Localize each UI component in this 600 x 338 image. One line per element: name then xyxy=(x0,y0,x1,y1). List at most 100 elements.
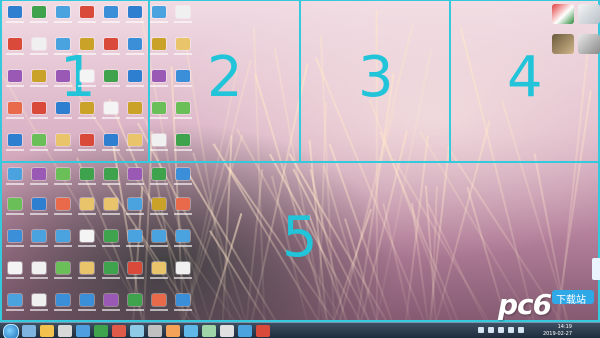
desktop-shortcut-icon[interactable] xyxy=(176,102,190,114)
desktop-shortcut-icon[interactable] xyxy=(8,134,22,146)
desktop-shortcut-icon[interactable] xyxy=(56,262,70,274)
desktop-shortcut-icon[interactable] xyxy=(104,262,118,274)
desktop-shortcut-icon[interactable] xyxy=(8,38,22,50)
desktop-shortcut-icon[interactable] xyxy=(80,198,94,210)
desktop-shortcut-icon[interactable] xyxy=(80,38,94,50)
desktop-shortcut-icon[interactable] xyxy=(32,294,46,306)
desktop-shortcut-icon[interactable] xyxy=(152,198,166,210)
desktop-shortcut-icon[interactable] xyxy=(104,294,118,306)
tray-icon[interactable] xyxy=(478,327,484,333)
taskbar-app-button[interactable] xyxy=(76,325,90,337)
desktop-shortcut-icon[interactable] xyxy=(56,198,70,210)
desktop-shortcut-icon[interactable] xyxy=(128,168,142,180)
tray-icon[interactable] xyxy=(518,327,524,333)
desktop-shortcut-icon[interactable] xyxy=(128,6,142,18)
desktop-shortcut-icon[interactable] xyxy=(128,230,142,242)
desktop-shortcut-icon[interactable] xyxy=(104,230,118,242)
desktop-shortcut-icon[interactable] xyxy=(32,230,46,242)
desktop-shortcut-icon[interactable] xyxy=(56,102,70,114)
desktop-shortcut-icon[interactable] xyxy=(56,70,70,82)
desktop-shortcut-icon[interactable] xyxy=(8,6,22,18)
desktop-shortcut-icon[interactable] xyxy=(32,6,46,18)
side-handle[interactable] xyxy=(592,258,600,280)
desktop-shortcut-icon[interactable] xyxy=(152,262,166,274)
tray-icon[interactable] xyxy=(508,327,514,333)
desktop-shortcut-icon[interactable] xyxy=(32,38,46,50)
taskbar-app-button[interactable] xyxy=(112,325,126,337)
desktop-shortcut-icon[interactable] xyxy=(56,38,70,50)
desktop-shortcut-icon[interactable] xyxy=(176,70,190,82)
desktop-shortcut-icon[interactable] xyxy=(152,168,166,180)
desktop-shortcut-icon[interactable] xyxy=(152,134,166,146)
desktop-shortcut-icon[interactable] xyxy=(104,168,118,180)
taskbar-app-button[interactable] xyxy=(94,325,108,337)
desktop-shortcut-icon[interactable] xyxy=(176,198,190,210)
taskbar-app-button[interactable] xyxy=(58,325,72,337)
desktop-shortcut-icon[interactable] xyxy=(176,262,190,274)
desktop-shortcut-icon[interactable] xyxy=(176,230,190,242)
taskbar-app-button[interactable] xyxy=(130,325,144,337)
desktop-shortcut-icon[interactable] xyxy=(80,6,94,18)
desktop-shortcut-icon[interactable] xyxy=(128,294,142,306)
tray-icon[interactable] xyxy=(498,327,504,333)
desktop-shortcut-icon[interactable] xyxy=(104,6,118,18)
desktop-shortcut-icon[interactable] xyxy=(8,198,22,210)
desktop-shortcut-icon[interactable] xyxy=(128,102,142,114)
taskbar-app-button[interactable] xyxy=(238,325,252,337)
desktop-shortcut-icon[interactable] xyxy=(104,198,118,210)
desktop-shortcut-icon[interactable] xyxy=(578,34,600,54)
desktop-shortcut-icon[interactable] xyxy=(152,38,166,50)
desktop-shortcut-icon[interactable] xyxy=(8,102,22,114)
start-button[interactable] xyxy=(3,324,19,338)
desktop-shortcut-icon[interactable] xyxy=(32,102,46,114)
desktop-shortcut-icon[interactable] xyxy=(32,70,46,82)
desktop-shortcut-icon[interactable] xyxy=(8,262,22,274)
desktop-shortcut-icon[interactable] xyxy=(128,38,142,50)
taskbar-app-button[interactable] xyxy=(184,325,198,337)
desktop-shortcut-icon[interactable] xyxy=(80,262,94,274)
desktop-shortcut-icon[interactable] xyxy=(128,70,142,82)
taskbar-app-button[interactable] xyxy=(148,325,162,337)
taskbar-app-button[interactable] xyxy=(166,325,180,337)
desktop-shortcut-icon[interactable] xyxy=(176,294,190,306)
system-clock[interactable]: 14:19 2019-02-27 xyxy=(543,324,572,338)
desktop-shortcut-icon[interactable] xyxy=(80,102,94,114)
desktop-shortcut-icon[interactable] xyxy=(552,4,574,24)
tray-icon[interactable] xyxy=(488,327,494,333)
desktop-shortcut-icon[interactable] xyxy=(128,262,142,274)
desktop-shortcut-icon[interactable] xyxy=(176,134,190,146)
taskbar-app-button[interactable] xyxy=(40,325,54,337)
desktop-shortcut-icon[interactable] xyxy=(104,38,118,50)
desktop-shortcut-icon[interactable] xyxy=(56,230,70,242)
desktop-shortcut-icon[interactable] xyxy=(152,70,166,82)
taskbar-app-button[interactable] xyxy=(220,325,234,337)
desktop-shortcut-icon[interactable] xyxy=(80,168,94,180)
desktop-shortcut-icon[interactable] xyxy=(56,6,70,18)
desktop-shortcut-icon[interactable] xyxy=(128,134,142,146)
desktop-shortcut-icon[interactable] xyxy=(32,262,46,274)
desktop-shortcut-icon[interactable] xyxy=(80,134,94,146)
desktop-shortcut-icon[interactable] xyxy=(80,70,94,82)
desktop-shortcut-icon[interactable] xyxy=(32,198,46,210)
desktop-shortcut-icon[interactable] xyxy=(8,230,22,242)
desktop-shortcut-icon[interactable] xyxy=(8,168,22,180)
desktop-shortcut-icon[interactable] xyxy=(56,294,70,306)
desktop-shortcut-icon[interactable] xyxy=(104,134,118,146)
desktop-shortcut-icon[interactable] xyxy=(104,70,118,82)
desktop-shortcut-icon[interactable] xyxy=(32,134,46,146)
desktop-shortcut-icon[interactable] xyxy=(152,230,166,242)
taskbar-app-button[interactable] xyxy=(202,325,216,337)
desktop-shortcut-icon[interactable] xyxy=(176,38,190,50)
desktop-shortcut-icon[interactable] xyxy=(8,294,22,306)
desktop-shortcut-icon[interactable] xyxy=(56,134,70,146)
desktop-shortcut-icon[interactable] xyxy=(8,70,22,82)
desktop-shortcut-icon[interactable] xyxy=(56,168,70,180)
taskbar-app-button[interactable] xyxy=(256,325,270,337)
desktop-shortcut-icon[interactable] xyxy=(80,230,94,242)
desktop-shortcut-icon[interactable] xyxy=(578,4,600,24)
desktop-shortcut-icon[interactable] xyxy=(152,294,166,306)
taskbar-app-button[interactable] xyxy=(22,325,36,337)
desktop-shortcut-icon[interactable] xyxy=(152,102,166,114)
desktop-shortcut-icon[interactable] xyxy=(176,168,190,180)
desktop-shortcut-icon[interactable] xyxy=(80,294,94,306)
